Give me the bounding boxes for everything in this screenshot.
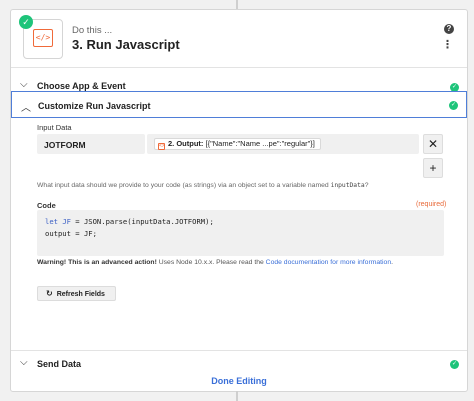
refresh-label: Refresh Fields xyxy=(56,291,105,298)
chevron-down-icon: ⌵ xyxy=(20,357,28,368)
step-header[interactable]: </> ✓ Do this ... 3. Run Javascript ? ⋮ xyxy=(11,10,467,66)
code-keyword: let xyxy=(45,217,58,226)
more-options-icon[interactable]: ⋮ xyxy=(442,38,453,51)
code-label: Code xyxy=(37,201,56,210)
required-badge: (required) xyxy=(416,201,447,208)
section-label: Choose App & Event xyxy=(37,81,126,91)
check-circle-icon: ✓ xyxy=(450,360,459,369)
code-variable: JF xyxy=(62,217,71,226)
remove-row-button[interactable]: ✕ xyxy=(423,134,443,154)
flow-connector-bottom xyxy=(236,391,238,401)
refresh-fields-button[interactable]: ↻ Refresh Fields xyxy=(37,286,116,301)
chevron-down-icon: ⌵ xyxy=(20,79,28,90)
plus-icon: + xyxy=(429,161,437,175)
section-customize[interactable]: ︿ Customize Run Javascript ✓ xyxy=(11,91,467,118)
check-icon: ✓ xyxy=(19,15,33,29)
input-data-label: Input Data xyxy=(37,123,72,132)
warning-bold: Warning! This is an advanced action! xyxy=(37,259,157,266)
mapped-field-pill[interactable]: <> 2. Output: [{"Name":"Name ...pe":"regu… xyxy=(154,138,321,150)
section-label: Send Data xyxy=(37,359,82,369)
section-send-data[interactable]: ⌵ Send Data ✓ xyxy=(11,350,467,375)
step-subtitle: Do this ... xyxy=(72,25,113,36)
input-data-help: What input data should we provide to you… xyxy=(37,182,368,189)
pill-value: [{"Name":"Name ...pe":"regular"}] xyxy=(205,139,315,148)
close-icon: ✕ xyxy=(427,137,439,151)
code-editor[interactable]: let JF = JSON.parse(inputData.JOTFORM); … xyxy=(37,210,444,256)
help-icon[interactable]: ? xyxy=(444,24,454,34)
step-title: 3. Run Javascript xyxy=(72,37,180,52)
code-docs-link[interactable]: Code documentation for more information xyxy=(266,259,391,266)
warning-end: . xyxy=(391,259,393,266)
code-line-2: output = JF; xyxy=(45,229,97,238)
code-text: = JSON.parse(inputData.JOTFORM); xyxy=(70,217,214,226)
warning-text: Warning! This is an advanced action! Use… xyxy=(37,259,393,266)
chevron-up-icon: ︿ xyxy=(21,103,31,114)
input-key-field[interactable]: JOTFORM xyxy=(37,134,145,154)
section-label: Customize Run Javascript xyxy=(38,101,151,111)
step-card: </> ✓ Do this ... 3. Run Javascript ? ⋮ … xyxy=(10,9,468,392)
add-row-button[interactable]: + xyxy=(423,158,443,178)
app-icon: </> ✓ xyxy=(19,15,63,59)
done-editing-button[interactable]: Done Editing xyxy=(11,376,467,386)
code-line-1: let JF = JSON.parse(inputData.JOTFORM); xyxy=(45,216,436,228)
check-circle-icon: ✓ xyxy=(449,101,458,110)
warning-body: Uses Node 10.x.x. Please read the xyxy=(156,259,266,266)
pill-step: 2. Output: xyxy=(168,139,204,148)
help-text-suffix: ? xyxy=(364,182,369,189)
refresh-icon: ↻ xyxy=(46,289,53,298)
help-text-prefix: What input data should we provide to you… xyxy=(37,182,331,189)
help-text-var: inputData xyxy=(330,182,365,189)
code-icon: </> xyxy=(33,29,53,47)
code-icon: <> xyxy=(158,143,165,150)
input-value-field[interactable]: <> 2. Output: [{"Name":"Name ...pe":"regu… xyxy=(147,134,419,154)
